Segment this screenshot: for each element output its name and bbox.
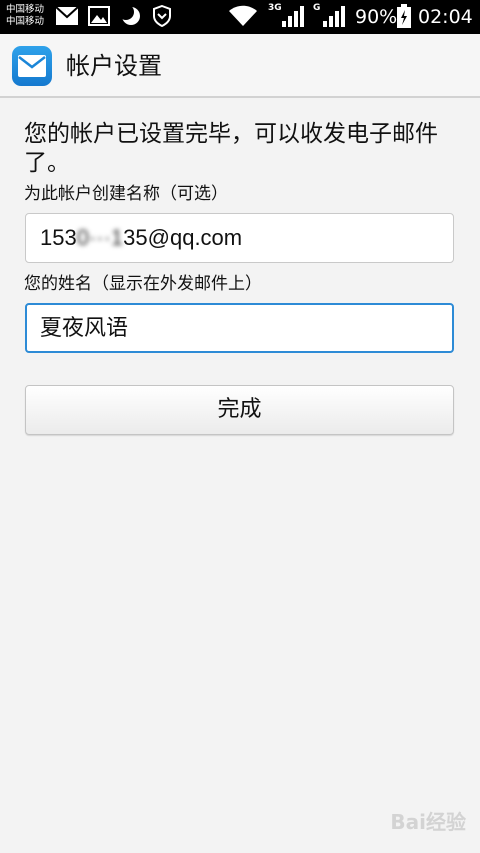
done-button[interactable]: 完成 <box>25 385 454 435</box>
battery-icon <box>397 4 411 28</box>
moon-icon <box>120 5 142 27</box>
account-name-input[interactable]: 1530···135@qq.com <box>25 213 454 263</box>
net-3g-label: 3G <box>268 3 282 13</box>
page-title: 帐户设置 <box>66 52 162 80</box>
account-name-value-blurred: 0···1 <box>76 225 124 250</box>
your-name-value: 夏夜风语 <box>40 315 129 340</box>
watermark: Bai经验 <box>390 810 466 834</box>
battery-percent: 90% <box>355 6 398 28</box>
image-icon <box>88 6 110 28</box>
clock: 02:04 <box>418 6 473 28</box>
carrier-1: 中国移动 <box>6 4 45 15</box>
shield-icon <box>152 5 172 27</box>
signal-icon <box>323 6 345 28</box>
carrier-2: 中国移动 <box>6 16 45 27</box>
setup-complete-message: 您的帐户已设置完毕，可以收发电子邮件了。 <box>24 121 438 176</box>
mail-app-icon[interactable] <box>12 46 52 86</box>
carrier-labels: 中国移动 中国移动 <box>6 4 44 28</box>
mail-icon <box>56 7 78 29</box>
net-g-label: G <box>313 3 321 13</box>
signal-icon <box>282 6 304 28</box>
account-name-label: 为此帐户创建名称（可选） <box>24 184 228 204</box>
status-bar: 中国移动 中国移动 3G G 90% 02:04 <box>0 0 480 34</box>
wifi-icon <box>228 5 258 27</box>
account-name-value-suffix: 35@qq.com <box>123 225 243 250</box>
your-name-input[interactable]: 夏夜风语 <box>25 303 454 353</box>
app-bar: 帐户设置 <box>0 34 480 98</box>
your-name-label: 您的姓名（显示在外发邮件上） <box>24 274 262 294</box>
account-name-value-prefix: 153 <box>40 225 77 250</box>
